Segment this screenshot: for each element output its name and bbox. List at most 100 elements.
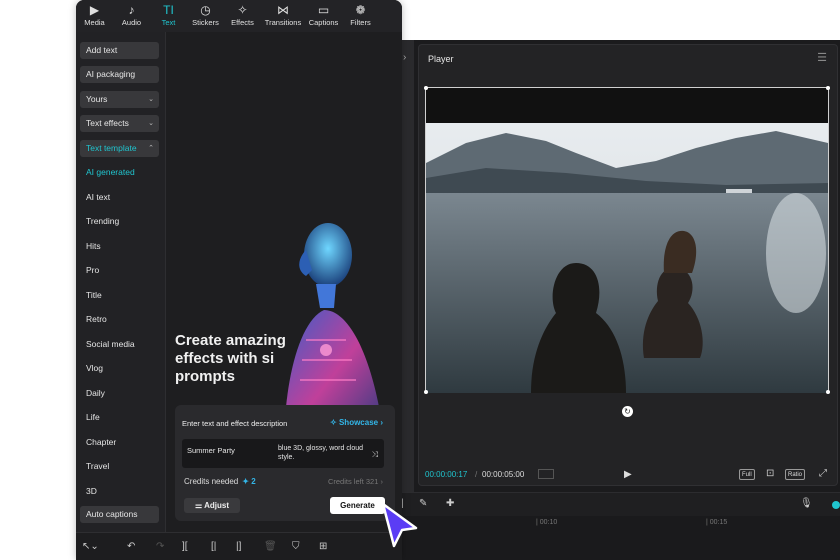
timeline-toolbar: | ✎ ✚ 🎙 <box>400 492 840 516</box>
resize-handle[interactable] <box>826 390 830 394</box>
hero-headline: Create amazing effects with si prompts <box>175 332 286 385</box>
filters-icon: ❁ <box>355 3 366 17</box>
resize-handle[interactable] <box>424 390 428 394</box>
undo-icon[interactable]: ↶ <box>127 541 135 552</box>
video-preview[interactable] <box>424 86 830 394</box>
menu-icon[interactable]: ☰ <box>817 51 827 64</box>
effects-icon: ✧ <box>237 3 248 17</box>
sidebar-item-hits[interactable]: Hits <box>80 238 159 255</box>
resize-handle[interactable] <box>826 86 830 90</box>
tab-stickers[interactable]: ◷ Stickers <box>187 0 224 32</box>
video-frame <box>426 123 828 393</box>
robot-illustration <box>266 210 402 438</box>
credits-left: Credits left 321 › <box>327 477 383 486</box>
current-time: 00:00:00:17 <box>425 470 468 479</box>
ai-add-icon[interactable]: ✚ <box>446 498 454 509</box>
chevron-down-icon: ⌄ <box>148 96 154 103</box>
captions-icon: ▭ <box>317 3 330 17</box>
collapse-strip[interactable]: › <box>400 40 414 492</box>
sidebar-item-pro[interactable]: Pro <box>80 262 159 279</box>
text-field[interactable]: Summer Party <box>187 446 235 455</box>
sidebar-item-3d[interactable]: 3D <box>80 483 159 500</box>
shuffle-icon[interactable]: ⤨ <box>372 450 378 460</box>
magic-wand-icon[interactable]: ✎ <box>419 498 427 509</box>
text-icon: TI <box>163 3 174 17</box>
description-field[interactable]: blue 3D, glossy, word cloud style. <box>278 444 368 462</box>
edit-toolbar: ↖⌄ ↶ ↷ ][ [| |] 🗑 ⛉ ⊞ <box>76 532 402 560</box>
select-cursor-icon[interactable]: ↖⌄ <box>82 541 99 552</box>
app-stage: › Player ☰ ↻ 00:00:00:17 / 00:00:05:00 ▶… <box>0 0 840 560</box>
tab-captions[interactable]: ▭ Captions <box>305 0 342 32</box>
text-sidebar: Add text AI packaging Yours ⌄ Text effect… <box>76 32 166 532</box>
sidebar-item-ai-generated[interactable]: AI generated <box>80 164 159 181</box>
delete-icon[interactable]: 🗑 <box>264 541 277 552</box>
fullscreen-icon[interactable]: ⤢ <box>817 469 829 480</box>
auto-captions-button[interactable]: Auto captions <box>80 506 159 523</box>
split-right-icon[interactable]: |] <box>236 541 241 552</box>
sidebar-item-chapter[interactable]: Chapter <box>80 434 159 451</box>
sidebar-item-ai-text[interactable]: AI text <box>80 189 159 206</box>
toggle-indicator[interactable] <box>832 501 840 509</box>
duration: 00:00:05:00 <box>482 470 525 479</box>
tab-media[interactable]: ▶ Media <box>76 0 113 32</box>
player-panel: Player ☰ ↻ 00:00:00:17 / 00:00:05:00 ▶ F… <box>418 44 838 486</box>
add-media-icon[interactable]: ⊞ <box>319 541 327 552</box>
grid-icon[interactable] <box>538 469 554 479</box>
resize-handle[interactable] <box>424 86 428 90</box>
tab-text[interactable]: TI Text <box>150 0 187 32</box>
credits-needed: Credits needed ✦ 2 <box>184 477 256 486</box>
transitions-icon: ⋈ <box>277 3 289 17</box>
chevron-right-icon: › <box>378 418 383 427</box>
timeline-mark: | 00:10 <box>536 519 558 526</box>
ratio-button[interactable]: Ratio <box>785 469 806 480</box>
sidebar-item-vlog[interactable]: Vlog <box>80 360 159 377</box>
media-icon: ▶ <box>89 3 100 17</box>
tab-transitions[interactable]: ⋈ Transitions <box>261 0 305 32</box>
sidebar-item-trending[interactable]: Trending <box>80 213 159 230</box>
redo-icon[interactable]: ↷ <box>156 541 164 552</box>
prompt-label: Enter text and effect description <box>182 419 288 428</box>
full-button[interactable]: Full <box>739 469 755 480</box>
audio-icon: ♪ <box>128 3 135 17</box>
sidebar-item-text-template[interactable]: Text template ⌃ <box>80 140 159 157</box>
sidebar-item-yours[interactable]: Yours ⌄ <box>80 91 159 108</box>
timeline[interactable]: | 00:10 | 00:15 <box>400 516 840 560</box>
sidebar-item-social-media[interactable]: Social media <box>80 336 159 353</box>
microphone-icon[interactable]: 🎙 <box>800 498 813 509</box>
generator-panel: Enter text and effect description ✧ Show… <box>175 405 395 521</box>
stickers-icon: ◷ <box>200 3 211 17</box>
text-editor-window: ▶ Media ♪ Audio TI Text ◷ Stickers ✧ Effects … <box>76 0 402 560</box>
sidebar-item-life[interactable]: Life <box>80 409 159 426</box>
prompt-input[interactable]: Summer Party blue 3D, glossy, word cloud… <box>182 439 384 468</box>
screenshot-icon[interactable]: ⊡ <box>764 469 776 480</box>
credits-value: ✦ 2 <box>242 477 256 486</box>
sliders-icon: ⚌ <box>195 501 205 510</box>
ai-generator-content: Create amazing effects with si prompts E… <box>166 32 402 532</box>
tab-audio[interactable]: ♪ Audio <box>113 0 150 32</box>
sidebar-item-title[interactable]: Title <box>80 287 159 304</box>
pointer-cursor-icon <box>381 502 418 548</box>
adjust-button[interactable]: ⚌ Adjust <box>184 498 240 513</box>
rotate-icon[interactable]: ↻ <box>622 406 633 417</box>
ai-packaging-button[interactable]: AI packaging <box>80 66 159 83</box>
sidebar-item-daily[interactable]: Daily <box>80 385 159 402</box>
tab-effects[interactable]: ✧ Effects <box>224 0 261 32</box>
split-left-icon[interactable]: [| <box>211 541 216 552</box>
sidebar-item-text-effects[interactable]: Text effects ⌄ <box>80 115 159 132</box>
shield-icon[interactable]: ⛉ <box>292 541 300 552</box>
sparkle-icon: ✧ <box>330 418 339 427</box>
chevron-right-icon[interactable]: › <box>403 52 406 63</box>
add-text-button[interactable]: Add text <box>80 42 159 59</box>
chevron-up-icon: ⌃ <box>148 145 154 152</box>
sidebar-item-retro[interactable]: Retro <box>80 311 159 328</box>
showcase-link[interactable]: ✧ Showcase › <box>330 418 383 427</box>
chevron-down-icon: ⌄ <box>148 120 154 127</box>
top-tab-bar: ▶ Media ♪ Audio TI Text ◷ Stickers ✧ Effects … <box>76 0 402 32</box>
tab-filters[interactable]: ❁ Filters <box>342 0 379 32</box>
play-icon[interactable]: ▶ <box>624 469 632 480</box>
split-icon[interactable]: ][ <box>182 541 188 552</box>
player-title: Player <box>428 54 454 64</box>
generate-button[interactable]: Generate <box>330 497 385 514</box>
sidebar-item-travel[interactable]: Travel <box>80 458 159 475</box>
timeline-mark: | 00:15 <box>706 519 728 526</box>
